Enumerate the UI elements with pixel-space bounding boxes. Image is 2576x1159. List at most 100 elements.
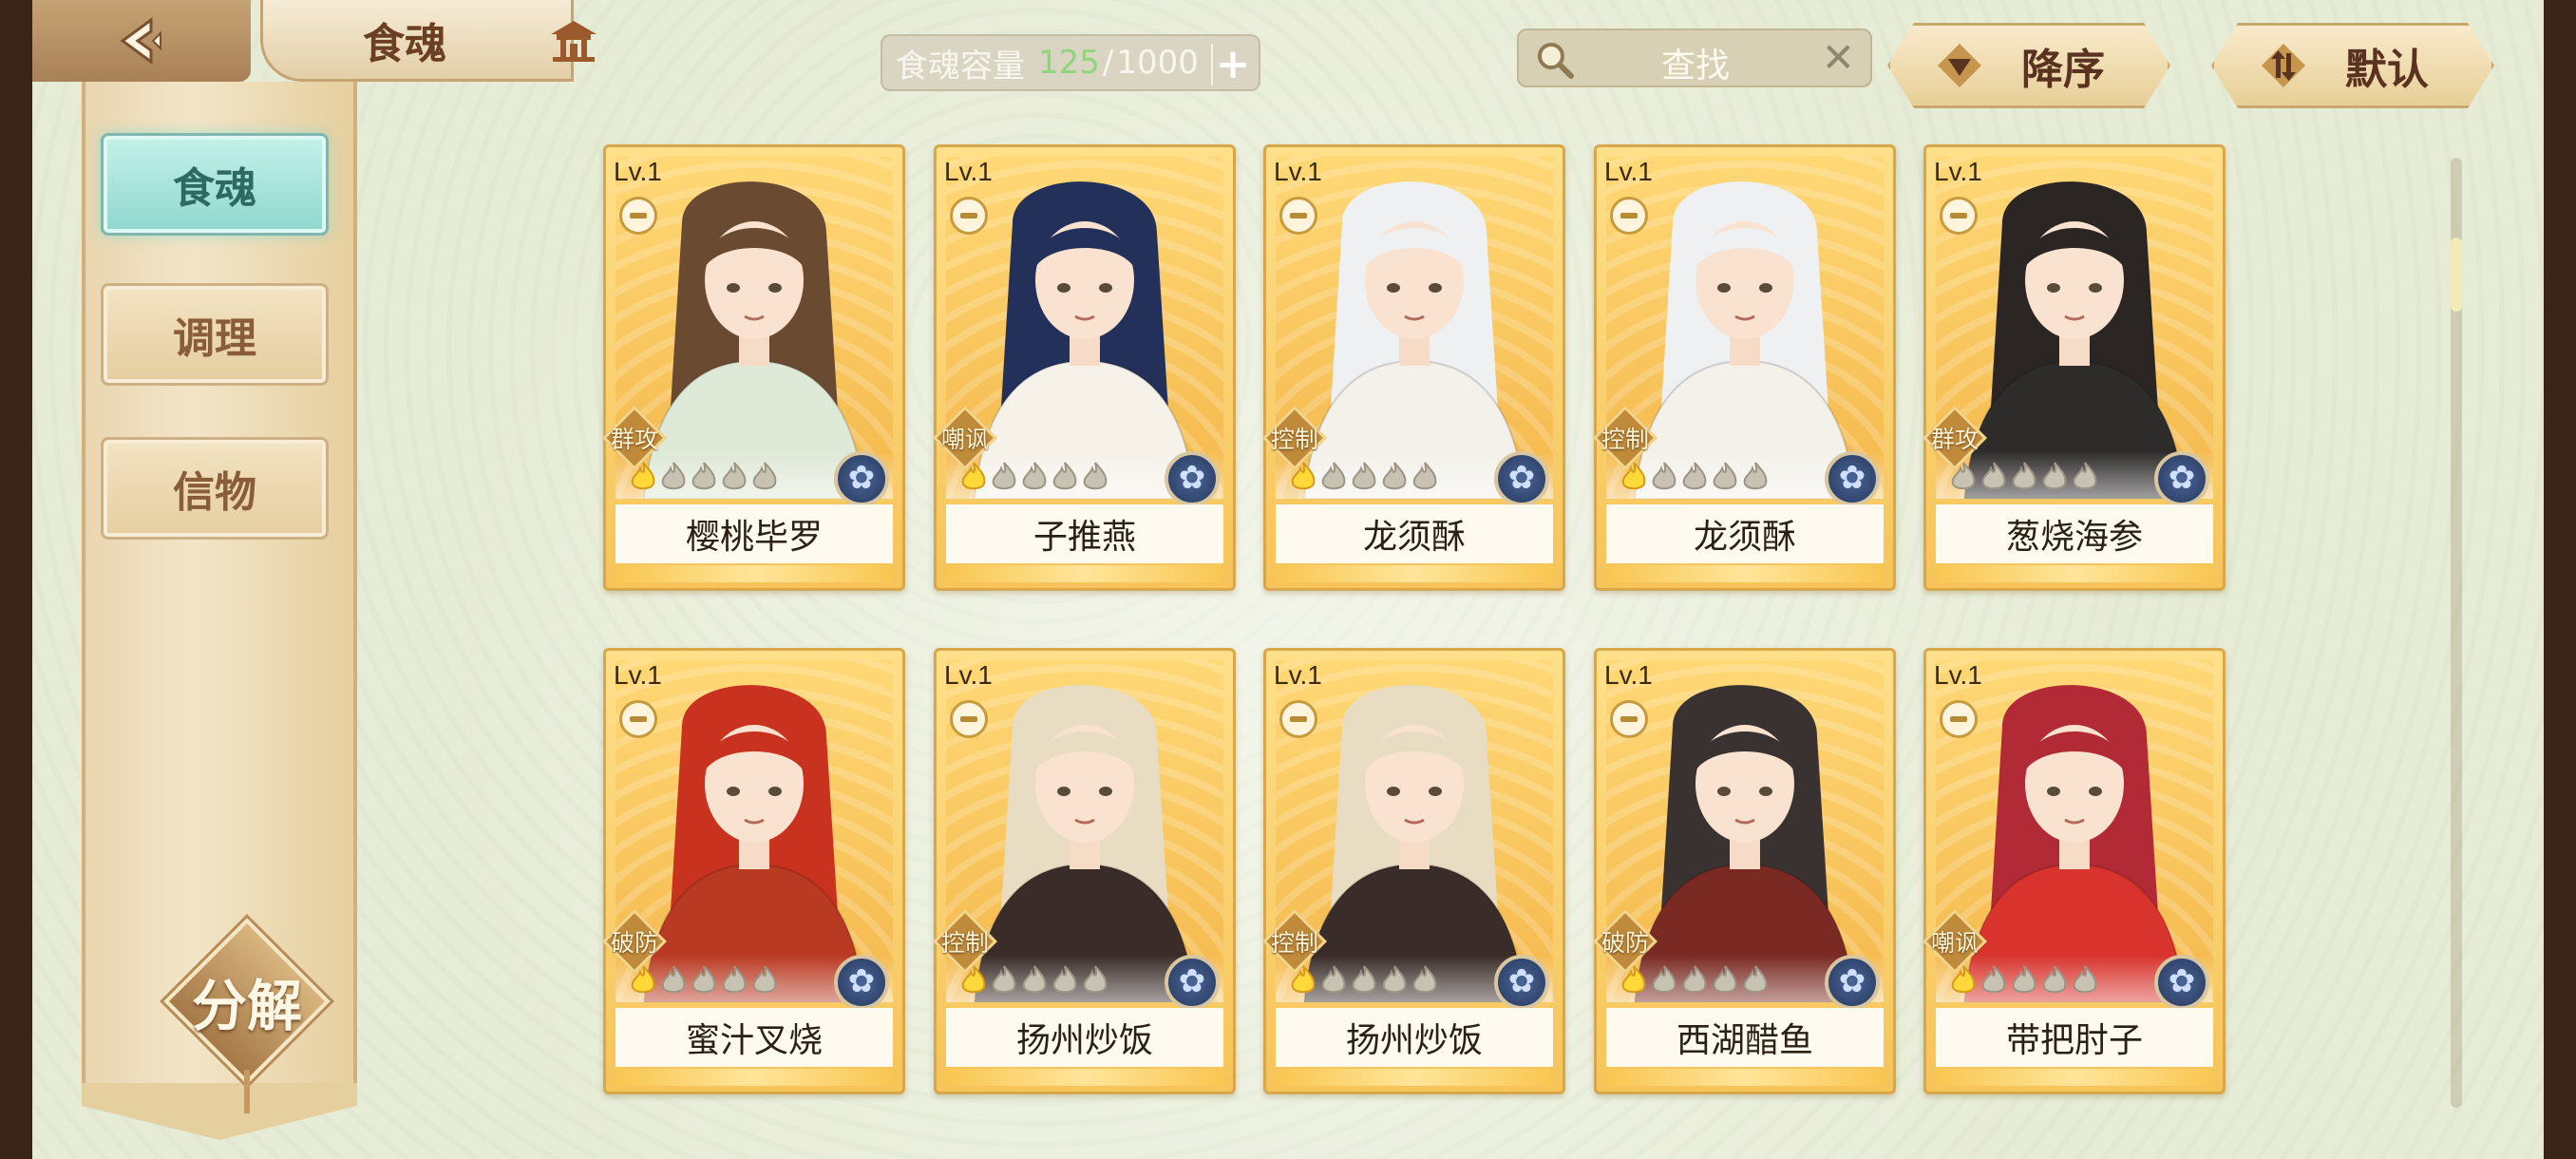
unlit-flame-icon <box>1022 965 1047 994</box>
bowl-icon <box>1940 700 1978 738</box>
bowl-icon <box>950 700 988 738</box>
element-medal-icon <box>1165 955 1220 1010</box>
element-medal-icon <box>2154 451 2209 506</box>
soul-list-panel: 食魂 食魂容量 125 / 1000 + 查找 ✕ 降序 默认 食魂 调理 信物… <box>32 0 2544 1159</box>
star-rating <box>1619 964 1770 997</box>
level-label: Lv.1 <box>944 157 993 186</box>
unlit-flame-icon <box>2012 965 2036 994</box>
card-footer-trim <box>616 565 893 582</box>
character-name: 扬州炒饭 <box>1015 1021 1153 1060</box>
card-name-bar: 龙须酥 <box>1276 504 1553 563</box>
character-name: 樱桃毕罗 <box>685 518 823 557</box>
card-footer-trim <box>1606 565 1884 582</box>
unlit-flame-icon <box>1713 965 1737 994</box>
lit-flame-icon <box>1621 462 1646 490</box>
food-soul-card[interactable]: Lv.1 破防蜜汁叉烧 <box>602 648 905 1094</box>
food-soul-card[interactable]: Lv.1 群攻樱桃毕罗 <box>602 144 905 591</box>
unlit-flame-icon <box>992 462 1016 490</box>
food-soul-card[interactable]: Lv.1 控制龙须酥 <box>1593 144 1896 591</box>
unlit-flame-icon <box>1412 965 1437 994</box>
level-label: Lv.1 <box>1604 157 1653 186</box>
food-soul-card[interactable]: Lv.1 控制扬州炒饭 <box>933 648 1236 1094</box>
element-medal-icon <box>1494 955 1549 1010</box>
level-label: Lv.1 <box>1274 660 1322 690</box>
unlit-flame-icon <box>752 965 777 994</box>
unlit-flame-icon <box>2073 462 2097 490</box>
element-medal-icon <box>2154 955 2209 1010</box>
role-label: 破防 <box>610 929 658 957</box>
unlit-flame-icon <box>1352 965 1376 994</box>
card-footer-trim <box>1936 565 2213 582</box>
bowl-icon <box>1610 197 1648 235</box>
food-soul-card[interactable]: Lv.1 群攻葱烧海参 <box>1923 144 2226 591</box>
food-soul-card[interactable]: Lv.1 破防西湖醋鱼 <box>1593 648 1896 1094</box>
unlit-flame-icon <box>1981 965 2006 994</box>
card-name-bar: 龙须酥 <box>1606 504 1884 563</box>
food-soul-card[interactable]: Lv.1 控制扬州炒饭 <box>1262 648 1565 1094</box>
star-rating <box>1619 461 1770 493</box>
character-name: 扬州炒饭 <box>1345 1021 1483 1060</box>
card-name-bar: 西湖醋鱼 <box>1606 1008 1884 1067</box>
unlit-flame-icon <box>1682 462 1707 490</box>
lit-flame-icon <box>1621 965 1646 994</box>
bowl-icon <box>1610 700 1648 738</box>
card-footer-trim <box>946 565 1223 582</box>
element-medal-icon <box>1165 451 1220 506</box>
unlit-flame-icon <box>1321 965 1346 994</box>
card-footer-trim <box>1606 1069 1884 1086</box>
unlit-flame-icon <box>1652 462 1676 490</box>
scrollbar-thumb[interactable] <box>2451 238 2462 312</box>
star-rating <box>629 964 779 997</box>
unlit-flame-icon <box>2042 965 2067 994</box>
role-label: 群攻 <box>1930 426 1979 453</box>
card-name-bar: 带把肘子 <box>1936 1008 2213 1067</box>
unlit-flame-icon <box>661 462 686 490</box>
food-soul-card[interactable]: Lv.1 嘲讽带把肘子 <box>1923 648 2226 1094</box>
unlit-flame-icon <box>691 462 716 490</box>
card-name-bar: 子推燕 <box>946 504 1223 563</box>
lit-flame-icon <box>961 462 986 490</box>
unlit-flame-icon <box>1951 462 1976 490</box>
card-footer-trim <box>616 1069 893 1086</box>
role-label: 嘲讽 <box>940 426 989 453</box>
unlit-flame-icon <box>1382 462 1407 490</box>
card-name-bar: 扬州炒饭 <box>946 1008 1223 1067</box>
role-label: 控制 <box>1601 426 1649 453</box>
role-label: 控制 <box>1270 929 1318 957</box>
unlit-flame-icon <box>992 965 1016 994</box>
card-grid: Lv.1群攻樱桃毕罗Lv.1嘲讽子推燕Lv.1控制龙须酥Lv.1控制龙须酥Lv.… <box>32 0 2544 1159</box>
bowl-icon <box>1279 700 1317 738</box>
unlit-flame-icon <box>1083 462 1108 490</box>
card-footer-trim <box>946 1069 1223 1086</box>
element-medal-icon <box>1825 955 1880 1010</box>
level-label: Lv.1 <box>614 157 662 186</box>
card-name-bar: 葱烧海参 <box>1936 504 2213 563</box>
unlit-flame-icon <box>1352 462 1376 490</box>
lit-flame-icon <box>631 965 655 994</box>
unlit-flame-icon <box>1713 462 1737 490</box>
unlit-flame-icon <box>722 462 747 490</box>
character-name: 龙须酥 <box>1693 518 1796 557</box>
unlit-flame-icon <box>1022 462 1047 490</box>
unlit-flame-icon <box>1652 965 1676 994</box>
unlit-flame-icon <box>1682 965 1707 994</box>
bowl-icon <box>619 197 657 235</box>
unlit-flame-icon <box>722 965 747 994</box>
unlit-flame-icon <box>1412 462 1437 490</box>
unlit-flame-icon <box>2012 462 2036 490</box>
food-soul-card[interactable]: Lv.1 嘲讽子推燕 <box>933 144 1236 591</box>
card-name-bar: 扬州炒饭 <box>1276 1008 1553 1067</box>
card-name-bar: 蜜汁叉烧 <box>616 1008 893 1067</box>
game-screen: 食魂 食魂容量 125 / 1000 + 查找 ✕ 降序 默认 食魂 调理 信物… <box>0 0 2576 1159</box>
role-label: 破防 <box>1601 929 1649 957</box>
unlit-flame-icon <box>1981 462 2006 490</box>
character-name: 子推燕 <box>1032 518 1136 557</box>
star-rating <box>1949 964 2099 997</box>
unlit-flame-icon <box>661 965 686 994</box>
card-footer-trim <box>1276 1069 1553 1086</box>
lit-flame-icon <box>631 462 655 490</box>
unlit-flame-icon <box>1321 462 1346 490</box>
food-soul-card[interactable]: Lv.1 控制龙须酥 <box>1262 144 1565 591</box>
unlit-flame-icon <box>1743 462 1768 490</box>
level-label: Lv.1 <box>614 660 662 690</box>
